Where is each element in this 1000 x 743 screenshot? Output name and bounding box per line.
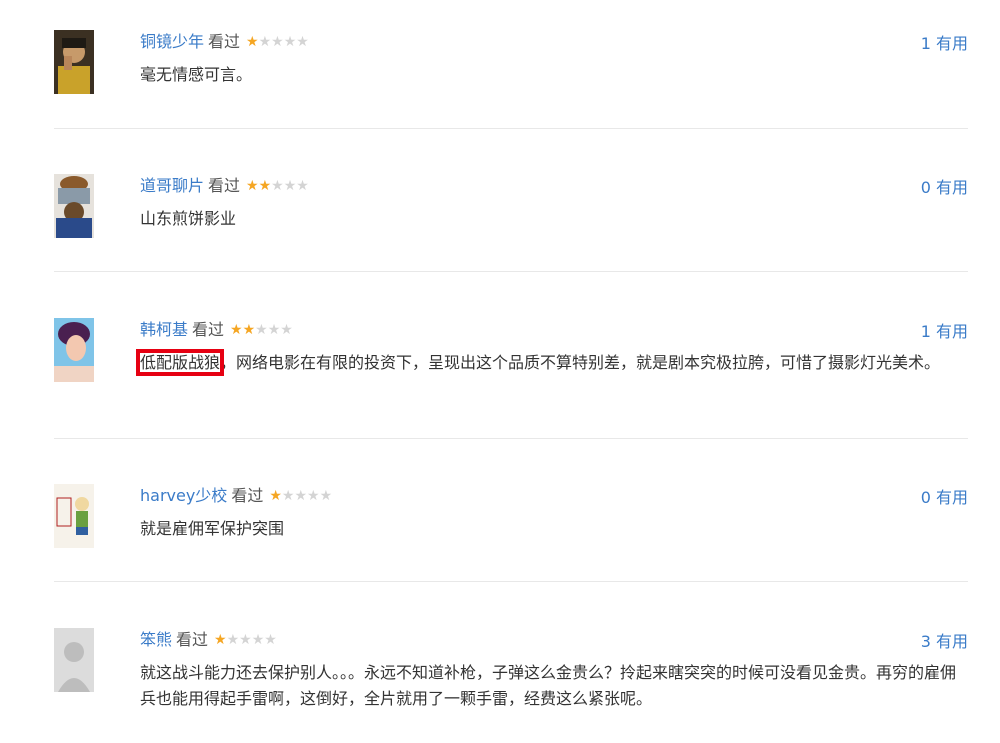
watched-label: 看过	[208, 32, 241, 51]
review-content: 山东煎饼影业	[140, 209, 237, 228]
avatar[interactable]	[54, 318, 94, 382]
review-content: 就是雇佣军保护突围	[140, 519, 285, 538]
rating-stars: ★★★★★	[246, 174, 309, 198]
review-text: 低配版战狼，网络电影在有限的投资下，呈现出这个品质不算特别差，就是剧本究极拉胯，…	[135, 349, 968, 376]
star-empty-icon: ★	[307, 488, 320, 504]
star-empty-icon: ★	[258, 34, 272, 50]
review-body: 韩柯基 看过 ★★★★★ 1 有用 低配版战狼，网络电影在有限的投资下，呈现出这个品…	[135, 318, 968, 376]
useful-button[interactable]: 3 有用	[921, 628, 968, 652]
useful-count: 0	[920, 178, 931, 197]
watched-label: 看过	[231, 486, 264, 505]
divider	[54, 438, 968, 439]
useful-label: 有用	[935, 322, 968, 341]
rating-stars: ★★★★★	[269, 484, 332, 508]
rating-stars: ★★★★★	[246, 30, 309, 54]
divider	[54, 271, 968, 272]
rating-stars: ★★★★★	[214, 628, 277, 652]
useful-button[interactable]: 0 有用	[921, 484, 968, 508]
useful-count: 3	[920, 632, 931, 651]
highlighted-phrase: 低配版战狼	[135, 349, 225, 376]
username-link[interactable]: 韩柯基	[140, 320, 188, 339]
star-empty-icon: ★	[296, 178, 309, 194]
watched-label: 看过	[176, 630, 209, 649]
review-meta: 铜镜少年 看过 ★★★★★	[140, 30, 968, 54]
star-empty-icon: ★	[226, 632, 240, 648]
useful-button[interactable]: 1 有用	[921, 318, 968, 342]
review-content: ，网络电影在有限的投资下，呈现出这个品质不算特别差，就是剧本究极拉胯，可惜了摄影…	[220, 353, 941, 372]
useful-label: 有用	[935, 632, 968, 651]
review-text: 山东煎饼影业	[140, 206, 968, 232]
star-empty-icon: ★	[271, 34, 284, 50]
star-filled-icon: ★	[246, 178, 259, 194]
useful-label: 有用	[935, 488, 968, 507]
avatar[interactable]	[54, 174, 94, 238]
star-filled-icon: ★	[230, 322, 243, 338]
review-meta: 笨熊 看过 ★★★★★	[140, 628, 968, 652]
star-empty-icon: ★	[281, 488, 295, 504]
review-content: 就这战斗能力还去保护别人。。。永远不知道补枪，子弹这么金贵么？拎起来瞎突突的时候…	[140, 663, 957, 708]
star-empty-icon: ★	[255, 322, 268, 338]
review-text: 就是雇佣军保护突围	[140, 516, 968, 542]
avatar[interactable]	[54, 484, 94, 548]
useful-label: 有用	[935, 178, 968, 197]
username-link[interactable]: 道哥聊片	[140, 176, 204, 195]
useful-count: 0	[920, 488, 931, 507]
star-empty-icon: ★	[294, 488, 308, 504]
review-body: 道哥聊片 看过 ★★★★★ 0 有用 山东煎饼影业	[140, 174, 968, 232]
watched-label: 看过	[192, 320, 225, 339]
review-text: 毫无情感可言。	[140, 62, 968, 88]
review-body: 铜镜少年 看过 ★★★★★ 1 有用 毫无情感可言。	[140, 30, 968, 88]
useful-label: 有用	[935, 34, 968, 53]
useful-count: 1	[920, 322, 931, 341]
star-empty-icon: ★	[271, 178, 284, 194]
star-filled-icon: ★	[269, 488, 282, 504]
star-empty-icon: ★	[283, 178, 297, 194]
rating-stars: ★★★★★	[230, 318, 293, 342]
avatar[interactable]	[54, 628, 94, 692]
star-empty-icon: ★	[283, 34, 297, 50]
star-empty-icon: ★	[280, 322, 293, 338]
star-empty-icon: ★	[251, 632, 265, 648]
star-empty-icon: ★	[267, 322, 281, 338]
review-content: 毫无情感可言。	[140, 65, 253, 84]
review-body: harvey少校 看过 ★★★★★ 0 有用 就是雇佣军保护突围	[140, 484, 968, 542]
username-link[interactable]: harvey少校	[140, 486, 227, 505]
star-empty-icon: ★	[264, 632, 277, 648]
divider	[54, 128, 968, 129]
review-text: 就这战斗能力还去保护别人。。。永远不知道补枪，子弹这么金贵么？拎起来瞎突突的时候…	[140, 660, 968, 712]
star-empty-icon: ★	[296, 34, 309, 50]
useful-button[interactable]: 0 有用	[921, 174, 968, 198]
review-meta: harvey少校 看过 ★★★★★	[140, 484, 968, 508]
username-link[interactable]: 铜镜少年	[140, 32, 204, 51]
star-empty-icon: ★	[239, 632, 252, 648]
review-body: 笨熊 看过 ★★★★★ 3 有用 就这战斗能力还去保护别人。。。永远不知道补枪，子弹…	[140, 628, 968, 712]
username-link[interactable]: 笨熊	[140, 630, 172, 649]
useful-count: 1	[920, 34, 931, 53]
watched-label: 看过	[208, 176, 241, 195]
star-filled-icon: ★	[246, 34, 259, 50]
star-filled-icon: ★	[214, 632, 227, 648]
avatar[interactable]	[54, 30, 94, 94]
star-filled-icon: ★	[258, 178, 272, 194]
useful-button[interactable]: 1 有用	[921, 30, 968, 54]
review-meta: 韩柯基 看过 ★★★★★	[140, 318, 968, 342]
star-empty-icon: ★	[319, 488, 333, 504]
divider	[54, 581, 968, 582]
star-filled-icon: ★	[242, 322, 256, 338]
review-meta: 道哥聊片 看过 ★★★★★	[140, 174, 968, 198]
